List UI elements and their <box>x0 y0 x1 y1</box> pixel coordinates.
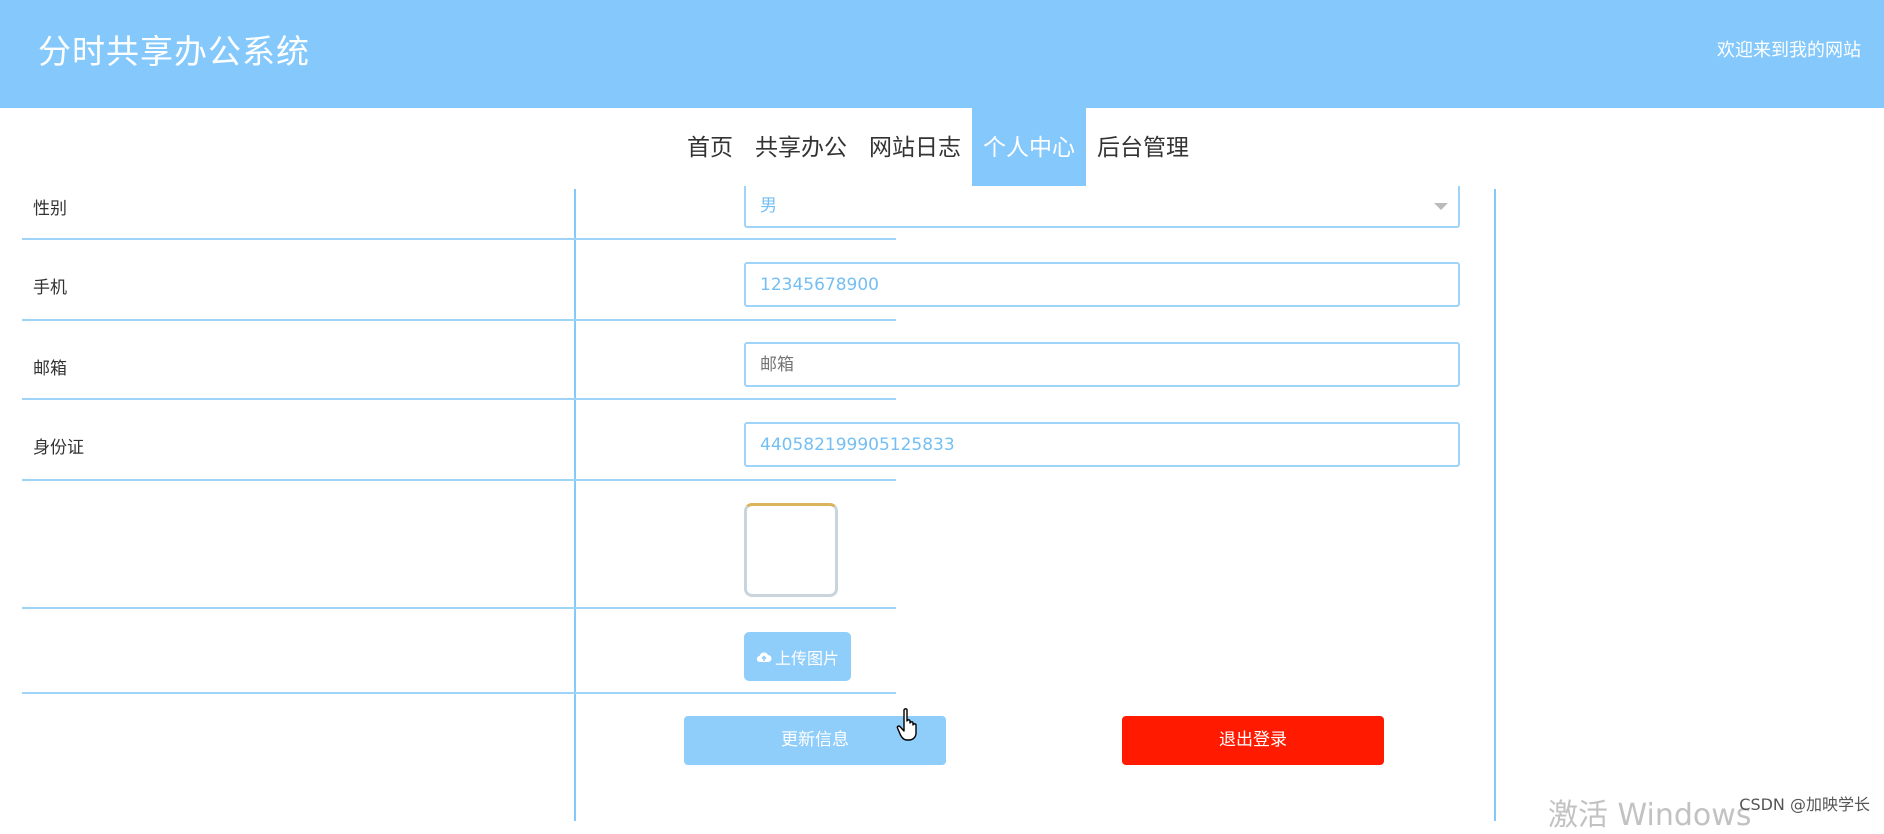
main-nav: 首页 共享办公 网站日志 个人中心 后台管理 <box>676 108 1200 189</box>
id-card-input[interactable] <box>744 422 1460 467</box>
upload-button-label: 上传图片 <box>774 648 839 668</box>
activate-windows-watermark: 激活 Windows <box>1548 798 1752 833</box>
gender-value: 男 <box>760 196 777 216</box>
site-header: 分时共享办公系统 欢迎来到我的网站 <box>0 0 1884 108</box>
phone-input[interactable] <box>744 262 1460 307</box>
chevron-down-icon <box>1434 203 1448 210</box>
csdn-credit: CSDN @加映学长 <box>1739 795 1870 814</box>
upload-image-button[interactable]: 上传图片 <box>744 632 851 681</box>
nav-item-admin[interactable]: 后台管理 <box>1086 108 1200 189</box>
nav-item-home[interactable]: 首页 <box>676 108 744 189</box>
nav-item-site-log[interactable]: 网站日志 <box>858 108 972 189</box>
avatar-preview[interactable] <box>744 503 838 597</box>
email-label: 邮箱 <box>33 359 67 379</box>
gender-select[interactable]: 男 <box>744 186 1460 228</box>
phone-label: 手机 <box>33 278 67 298</box>
cloud-upload-icon <box>756 652 772 662</box>
site-title: 分时共享办公系统 <box>38 32 310 71</box>
id-card-label: 身份证 <box>33 438 84 458</box>
nav-item-personal-center[interactable]: 个人中心 <box>972 108 1086 189</box>
email-input[interactable] <box>744 342 1460 387</box>
welcome-text: 欢迎来到我的网站 <box>1717 40 1861 61</box>
logout-button[interactable]: 退出登录 <box>1122 716 1384 765</box>
hand-cursor-icon <box>896 708 917 741</box>
gender-label: 性别 <box>33 199 67 219</box>
nav-item-shared-office[interactable]: 共享办公 <box>744 108 858 189</box>
